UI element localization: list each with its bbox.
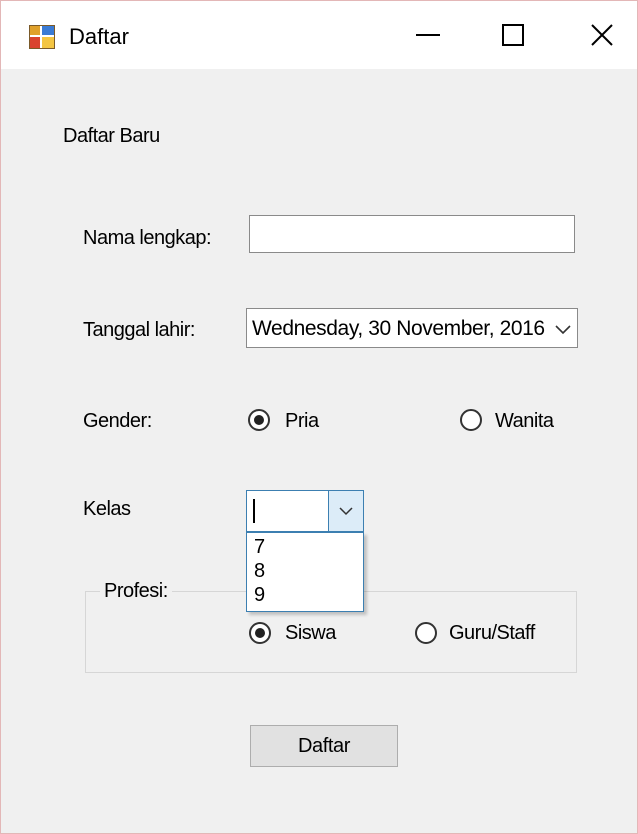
name-input[interactable] [249,215,575,253]
submit-button[interactable]: Daftar [250,725,398,767]
class-option-8[interactable]: 8 [254,561,265,581]
minimize-icon [416,34,440,36]
window-title: Daftar [69,24,129,49]
gender-wanita-label[interactable]: Wanita [495,410,554,433]
close-icon [591,24,613,46]
app-form-icon [29,25,55,49]
class-option-9[interactable]: 9 [254,585,265,605]
profession-siswa-label[interactable]: Siswa [285,622,336,645]
maximize-button[interactable] [478,9,548,61]
maximize-icon [502,24,524,46]
profession-legend: Profesi: [100,580,172,603]
chevron-down-icon [339,506,353,515]
class-option-7[interactable]: 7 [254,537,265,557]
profession-guru-label[interactable]: Guru/Staff [449,622,535,645]
minimize-button[interactable] [393,9,463,61]
birthdate-value: Wednesday, 30 November, 2016 [252,317,545,340]
close-button[interactable] [567,9,637,61]
chevron-down-icon[interactable] [555,322,571,340]
birthdate-label: Tanggal lahir: [83,319,195,341]
class-dropdown-list: 7 8 9 [246,532,364,612]
name-label: Nama lengkap: [83,227,212,249]
class-label: Kelas [83,498,131,520]
gender-pria-label[interactable]: Pria [285,410,319,433]
profession-guru-radio[interactable] [415,622,437,644]
title-bar: Daftar [1,1,637,69]
gender-label: Gender: [83,410,152,432]
gender-wanita-radio[interactable] [460,409,482,431]
gender-pria-radio[interactable] [248,409,270,431]
class-combobox[interactable] [246,490,364,532]
text-caret [253,499,255,523]
class-dropdown-button[interactable] [328,491,363,531]
birthdate-picker[interactable]: Wednesday, 30 November, 2016 [246,308,578,348]
profession-siswa-radio[interactable] [249,622,271,644]
form-heading: Daftar Baru [63,125,160,147]
daftar-window: Daftar Daftar Baru Nama lengkap: Tanggal… [0,0,638,834]
